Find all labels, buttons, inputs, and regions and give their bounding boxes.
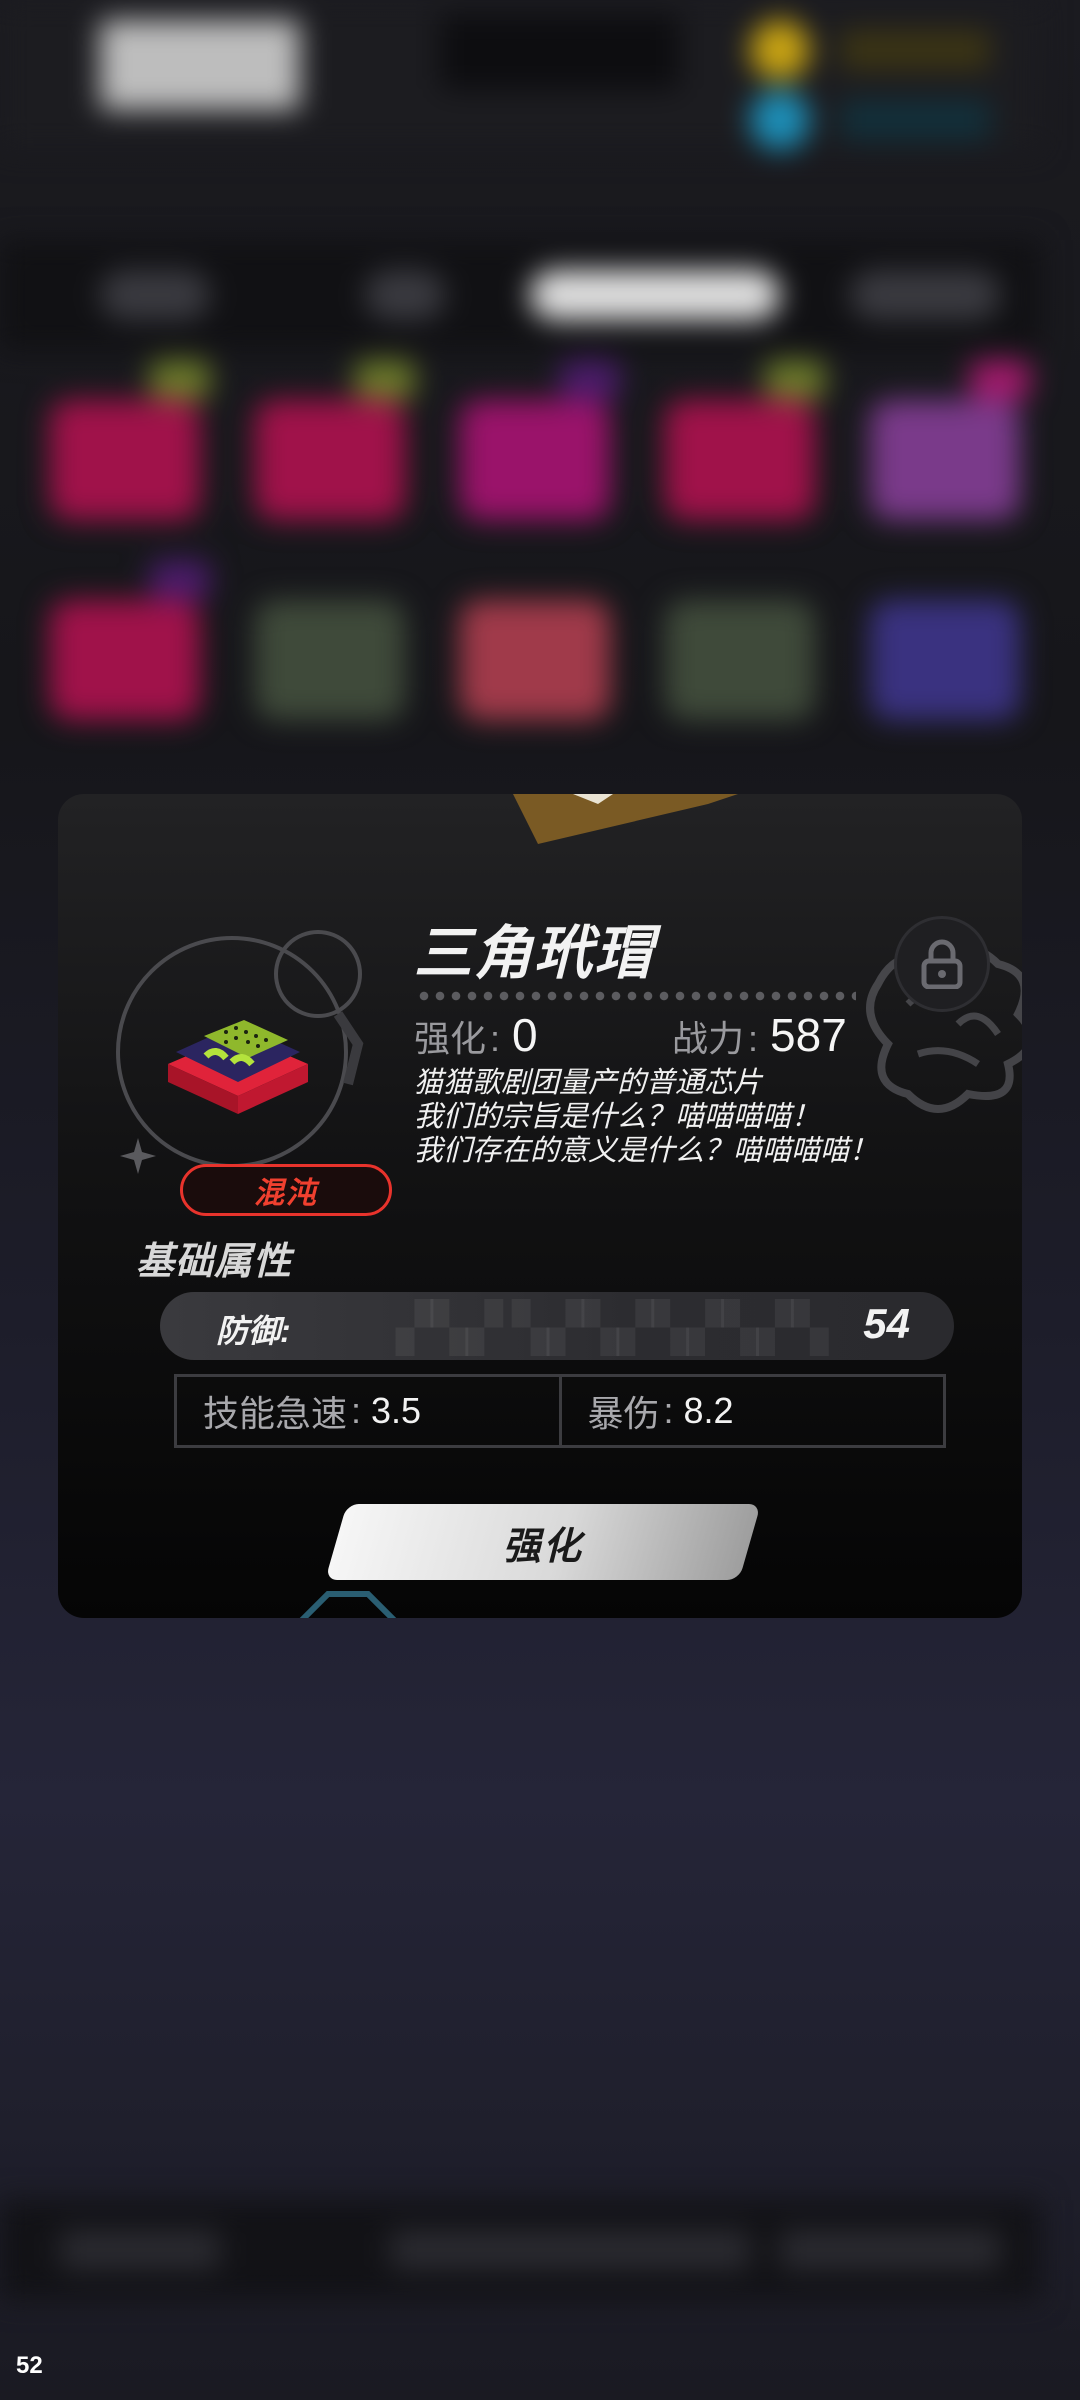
sub-attribute-label: 暴伤 xyxy=(587,1393,660,1434)
fps-counter: 52 xyxy=(16,2352,43,2379)
main-attribute-texture: ▞▚▞ ▚▞▚▞▚▞▚▞▚ xyxy=(396,1302,828,1355)
item-description: 猫猫歌剧团量产的普通芯片 我们的宗旨是什么？喵喵喵喵！ 我们存在的意义是什么？喵… xyxy=(414,1066,1014,1168)
sub-attributes-table: 技能急速:3.5 暴伤:8.2 xyxy=(174,1374,946,1448)
item-detail-dialog: 混沌 三角玳瑁 强化:0 战力:587 猫猫歌剧团量产的普通芯片 我们的宗旨是什… xyxy=(58,794,1022,1618)
enhance-button-label: 强化 xyxy=(502,1525,583,1568)
description-line: 我们存在的意义是什么？喵喵喵喵！ xyxy=(414,1135,879,1167)
chip-item-icon xyxy=(116,930,364,1174)
power-stat: 战力:587 xyxy=(672,1008,847,1062)
power-colon: : xyxy=(748,1018,759,1059)
enhance-level-colon: : xyxy=(490,1018,501,1059)
sub-attribute-value: 3.5 xyxy=(371,1390,422,1431)
power-value: 587 xyxy=(770,1009,847,1061)
sparkle-icon xyxy=(120,1138,156,1174)
sub-attribute-colon: : xyxy=(351,1390,362,1431)
sub-attribute-cell: 暴伤:8.2 xyxy=(558,1377,944,1445)
base-attributes-title: 基础属性 xyxy=(136,1241,293,1283)
sub-attribute-colon: : xyxy=(663,1390,674,1431)
rarity-badge: 混沌 xyxy=(180,1164,392,1216)
sub-attribute-cell: 技能急速:3.5 xyxy=(177,1377,559,1445)
main-attribute-value: 54 xyxy=(863,1300,910,1347)
decoration-top xyxy=(513,794,738,844)
description-line: 我们的宗旨是什么？喵喵喵喵！ xyxy=(414,1101,821,1133)
sub-attribute-label: 技能急速 xyxy=(203,1393,348,1434)
main-attribute-label: 防御: xyxy=(216,1313,291,1349)
sub-attribute-value: 8.2 xyxy=(683,1390,734,1431)
enhance-level-label: 强化 xyxy=(414,1018,487,1059)
lock-button[interactable] xyxy=(894,916,990,1012)
lock-icon xyxy=(921,939,963,989)
enhance-button[interactable]: 强化 xyxy=(325,1504,761,1580)
title-divider xyxy=(416,990,856,1002)
description-line: 猫猫歌剧团量产的普通芯片 xyxy=(414,1067,763,1099)
enhance-level-value: 0 xyxy=(512,1009,538,1061)
item-title: 三角玳瑁 xyxy=(414,921,655,986)
main-attribute-row: ▞▚▞ ▚▞▚▞▚▞▚▞▚ 防御: 54 xyxy=(160,1292,954,1360)
power-label: 战力 xyxy=(672,1018,745,1059)
enhance-level-stat: 强化:0 xyxy=(414,1008,538,1062)
